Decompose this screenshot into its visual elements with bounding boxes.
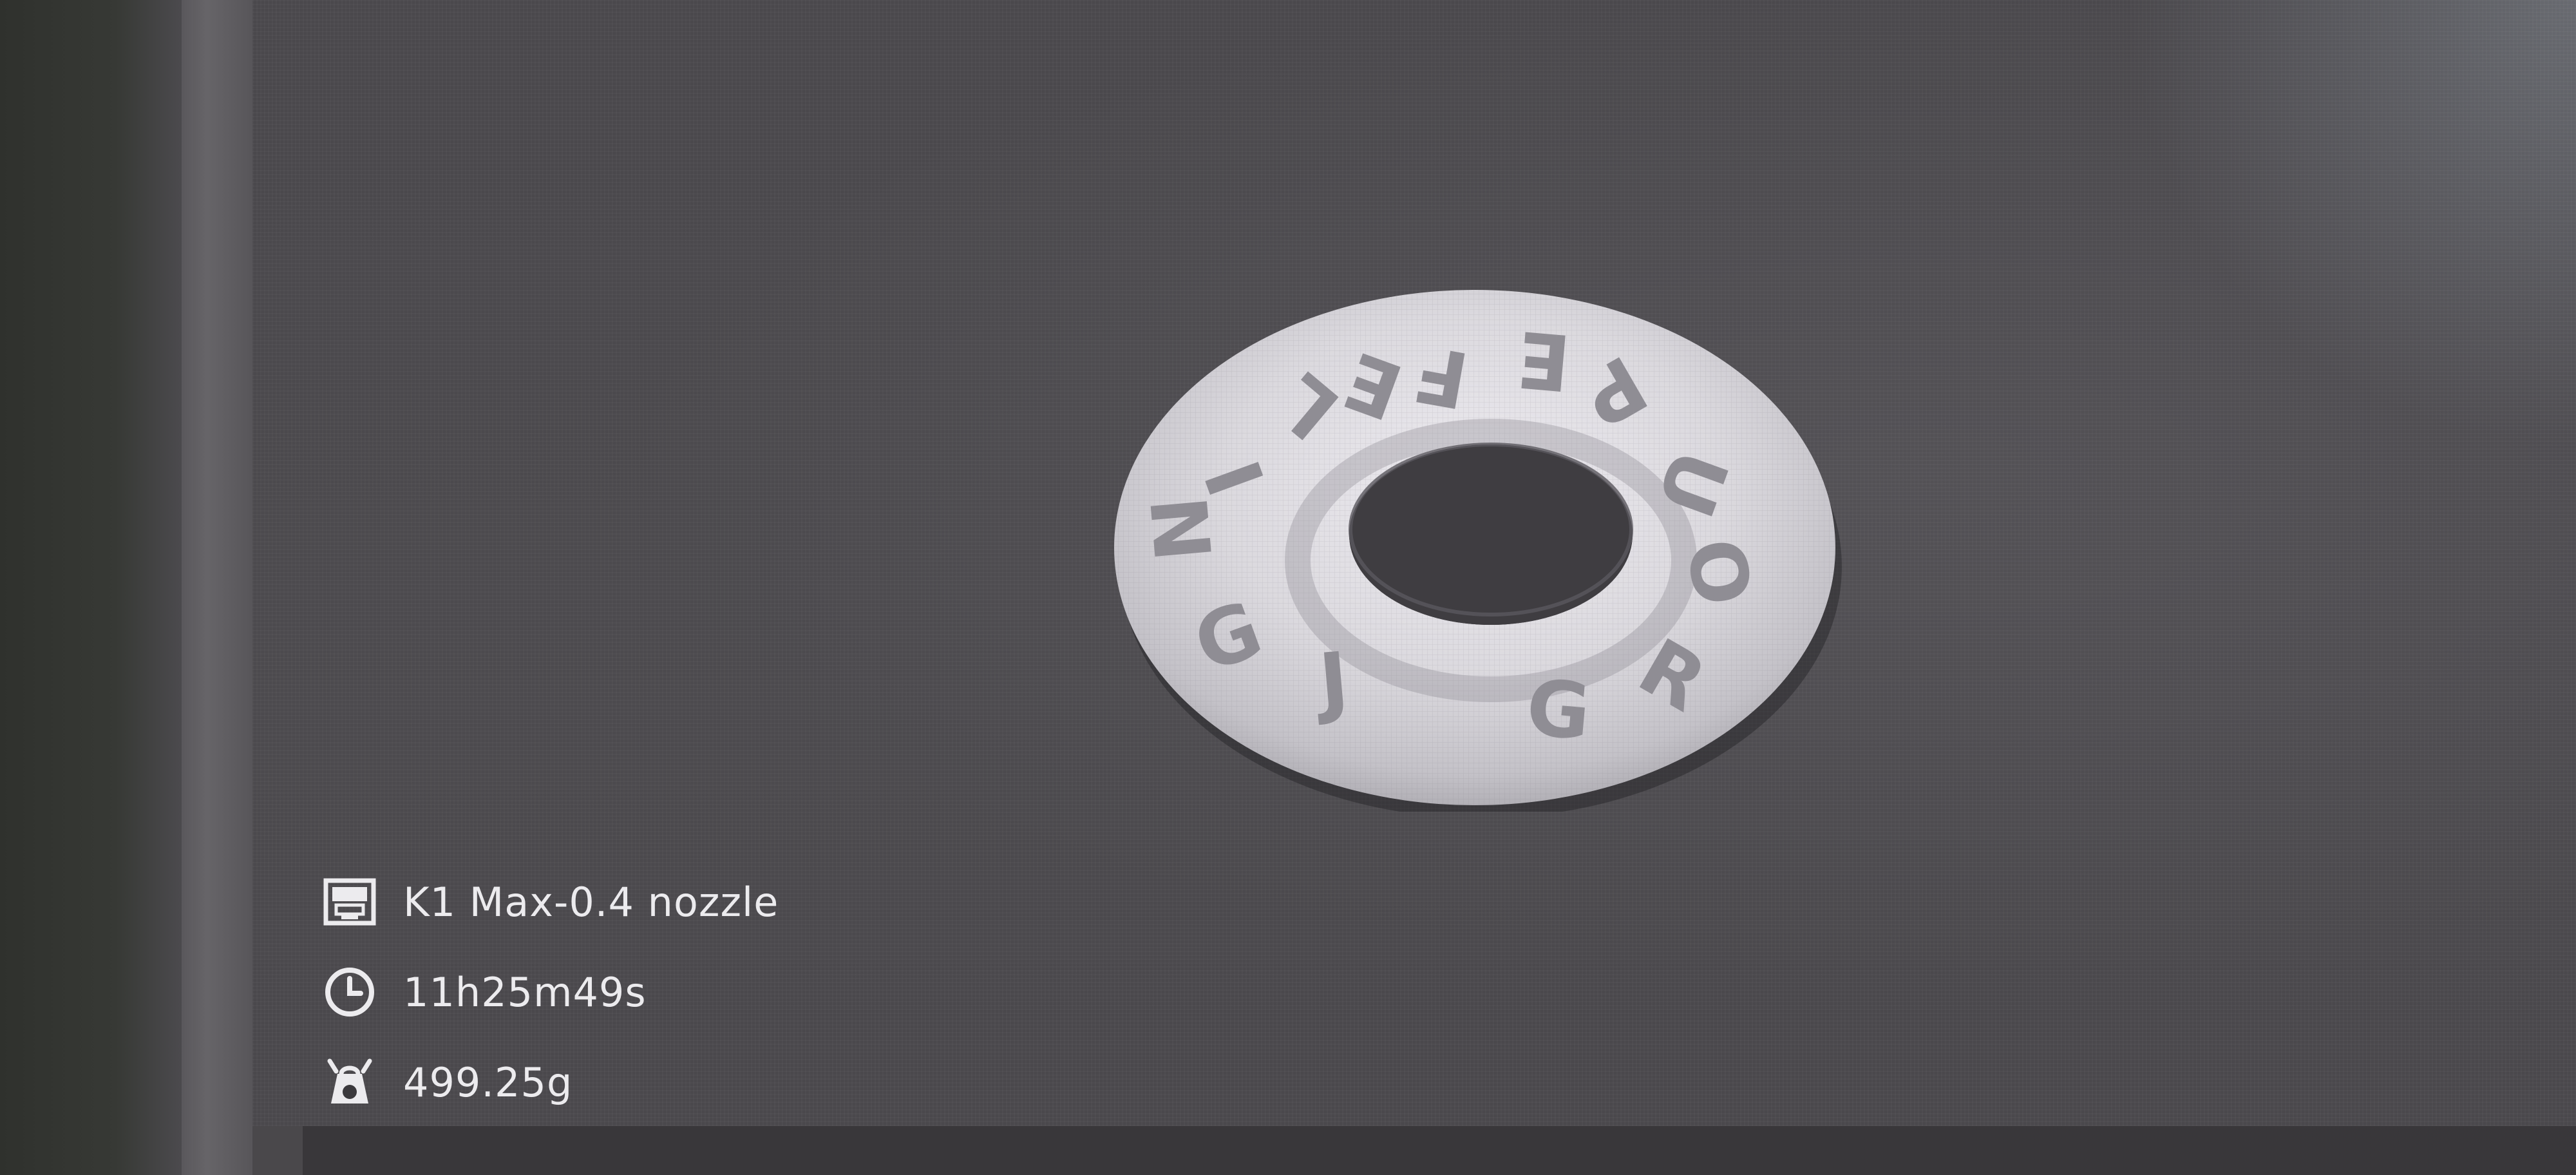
screen-glare [2125, 0, 2576, 451]
svg-text:G: G [1523, 663, 1594, 758]
filament-weight-label: 499.25g [403, 1058, 573, 1106]
torus-model-render: F E E L I N G J G R O U P [1108, 283, 1842, 818]
weight-scale-icon [322, 1055, 377, 1110]
left-sidebar-edge [0, 0, 193, 1175]
time-info-row: 11h25m49s [322, 947, 902, 1037]
printer-info-row: K1 Max-0.4 nozzle [322, 857, 902, 947]
slicer-window: F E E L I N G J G R O U P K1 Max-0.4 noz… [0, 0, 2576, 1175]
weight-info-row: 499.25g [322, 1037, 902, 1127]
printer-preset-icon [322, 874, 377, 930]
print-time-label: 11h25m49s [403, 968, 647, 1016]
slice-info-panel: K1 Max-0.4 nozzle 11h25m49s 499.25g [322, 857, 902, 1127]
svg-text:E: E [1513, 313, 1574, 407]
clock-icon [322, 964, 377, 1020]
sidebar-divider[interactable] [182, 0, 252, 1175]
printer-preset-label: K1 Max-0.4 nozzle [403, 878, 779, 926]
bottom-status-bar [303, 1126, 2576, 1175]
svg-text:N: N [1135, 493, 1230, 565]
torus-model[interactable]: F E E L I N G J G R O U P [1108, 283, 1842, 818]
